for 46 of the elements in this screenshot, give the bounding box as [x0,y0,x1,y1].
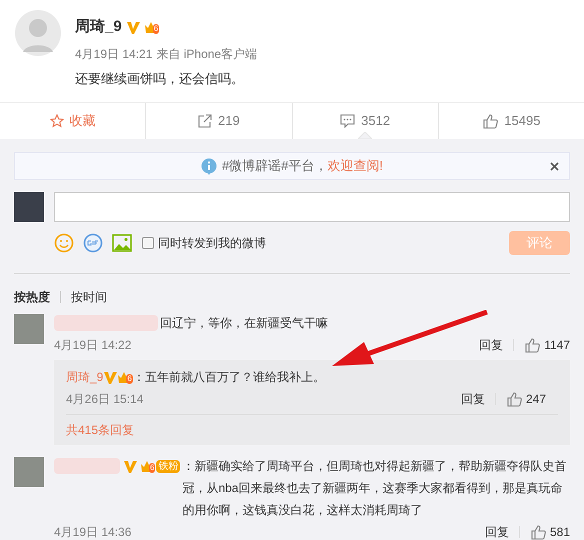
thumbs-up-icon [506,391,522,407]
comment-text: ：新疆确实给了周琦平台，但周琦也对得起新疆了，帮助新疆夺得队史首冠，从nba回来最终也去了新疆两年，这赛季大家都看得到，那是真玩命的用你啊，这钱真没白花，这样太消耗周琦了 [182,458,568,519]
comment-text: 回辽宁，等你，在新疆受气干嘛 [160,315,329,332]
like-button[interactable]: 1147 [524,336,570,354]
photo-placeholder [14,192,44,222]
like-button[interactable]: 247 [506,390,546,408]
comment-icon [340,114,356,128]
author-name[interactable]: 周琦_9 [75,16,122,38]
blurred-avatar [14,457,44,487]
thumbs-up-icon [482,113,498,129]
reply-link[interactable]: 回复 [484,523,509,540]
gif-icon [83,233,103,253]
post-source: 来自 iPhone客户端 [156,46,258,62]
close-button[interactable] [550,162,559,170]
sort-tab[interactable]: 按时间 [71,288,107,306]
comment-time: 4月19日 14:36 [54,524,132,540]
level-badge: 6 [149,463,156,473]
thumbs-up-icon [524,337,540,353]
post-text: 还要继续画饼吗，还会信吗。 [75,70,245,88]
fan-badge: 铁粉 [156,460,180,472]
verified-icon [103,370,118,384]
thumbs-up-icon [530,524,546,540]
like-button[interactable]: 581 [530,523,570,540]
sort-tab[interactable]: 按热度 [14,288,50,306]
reply-link[interactable]: 回复 [460,390,485,408]
repost-checkbox[interactable] [142,237,154,249]
comment-time: 4月19日 14:22 [54,337,132,354]
level-badge: 6 [126,374,133,384]
share-icon [198,114,212,128]
info-icon [200,158,217,174]
repost-label[interactable]: 同时转发到我的微博 [158,234,266,252]
avatar-icon [15,10,61,56]
reply-text: ：五年前就八百万了？谁给我补上。 [132,369,325,386]
blurred-avatar [14,314,44,344]
comment-button[interactable]: 3512 [340,111,390,131]
star-icon [50,114,64,128]
reply-link[interactable]: 回复 [479,336,504,354]
repost-button[interactable]: 219 [198,111,240,131]
image-icon [112,234,132,252]
smiley-icon [54,233,74,253]
post-time[interactable]: 4月19日 14:21 [75,44,152,62]
notice-text: #微博辟谣#平台，欢迎查阅! [222,157,384,176]
verified-icon [123,460,137,472]
comment-time: 4月26日 15:14 [66,391,144,408]
like-button[interactable]: 15495 [482,111,540,131]
comment-input[interactable] [54,192,570,222]
